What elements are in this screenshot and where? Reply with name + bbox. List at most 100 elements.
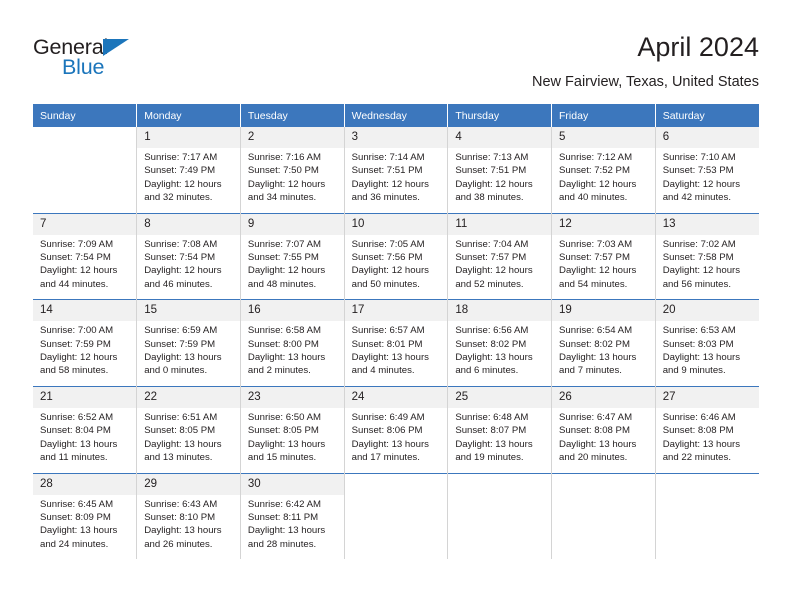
day-cell[interactable]: 16 Sunrise: 6:58 AM Sunset: 8:00 PM Dayligh… <box>240 299 345 387</box>
day-details: Sunrise: 6:56 AM Sunset: 8:02 PM Daylight:… <box>448 321 551 386</box>
sunset-text: Sunset: 7:50 PM <box>247 165 319 177</box>
daylight-text-line1: Daylight: 13 hours <box>662 352 741 364</box>
daylight-text-line1: Daylight: 12 hours <box>144 265 222 277</box>
day-number: 16 <box>240 300 344 322</box>
day-cell[interactable]: 11 Sunrise: 7:04 AM Sunset: 7:57 PM Dayligh… <box>447 212 553 300</box>
sunrise-text: Sunrise: 7:03 AM <box>559 238 633 250</box>
day-cell[interactable]: 19 Sunrise: 6:54 AM Sunset: 8:02 PM Dayligh… <box>551 299 656 387</box>
sunrise-text: Sunrise: 6:43 AM <box>144 498 218 510</box>
day-cell[interactable]: 15 Sunrise: 6:59 AM Sunset: 7:59 PM Dayligh… <box>136 299 241 387</box>
sunrise-text: Sunrise: 6:46 AM <box>662 411 736 423</box>
daylight-text-line2: and 24 minutes. <box>40 538 109 550</box>
daylight-text-line2: and 38 minutes. <box>455 192 524 204</box>
day-number: 21 <box>33 386 137 408</box>
day-number <box>655 473 759 495</box>
day-cell[interactable]: 28 Sunrise: 6:45 AM Sunset: 8:09 PM Dayligh… <box>33 472 138 560</box>
day-number: 4 <box>448 127 552 148</box>
day-number: 9 <box>240 213 344 235</box>
day-details: Sunrise: 7:12 AM Sunset: 7:52 PM Daylight:… <box>552 148 655 213</box>
sunrise-text: Sunrise: 6:52 AM <box>40 411 114 423</box>
day-cell[interactable]: 13 Sunrise: 7:02 AM Sunset: 7:58 PM Dayligh… <box>655 212 759 300</box>
day-details: Sunrise: 7:03 AM Sunset: 7:57 PM Daylight:… <box>552 235 655 300</box>
day-number: 24 <box>344 386 448 408</box>
sunrise-text: Sunrise: 7:12 AM <box>559 152 633 163</box>
day-details: Sunrise: 7:04 AM Sunset: 7:57 PM Daylight:… <box>448 235 551 300</box>
sunrise-text: Sunrise: 7:16 AM <box>247 152 321 163</box>
day-cell[interactable]: 18 Sunrise: 6:56 AM Sunset: 8:02 PM Dayligh… <box>447 299 553 387</box>
logo-triangle-icon <box>103 39 129 56</box>
general-blue-logo[interactable]: General Blue <box>33 35 193 83</box>
sunrise-text: Sunrise: 6:53 AM <box>662 325 736 337</box>
daylight-text-line2: and 32 minutes. <box>144 192 213 204</box>
sunrise-text: Sunrise: 6:45 AM <box>40 498 114 510</box>
sunset-text: Sunset: 7:54 PM <box>40 252 111 264</box>
day-cell[interactable]: 24 Sunrise: 6:49 AM Sunset: 8:06 PM Dayligh… <box>344 385 449 473</box>
day-cell[interactable]: 27 Sunrise: 6:46 AM Sunset: 8:08 PM Dayligh… <box>655 385 759 473</box>
daylight-text-line2: and 4 minutes. <box>351 365 415 377</box>
calendar-week-row: 28 Sunrise: 6:45 AM Sunset: 8:09 PM Dayligh… <box>33 472 759 560</box>
day-number: 17 <box>344 300 448 322</box>
daylight-text-line2: and 0 minutes. <box>144 365 208 377</box>
day-cell[interactable]: 2 Sunrise: 7:16 AM Sunset: 7:50 PM Daylight… <box>240 127 345 214</box>
day-cell[interactable]: 29 Sunrise: 6:43 AM Sunset: 8:10 PM Dayligh… <box>136 472 241 560</box>
day-cell[interactable]: 1 Sunrise: 7:17 AM Sunset: 7:49 PM Daylight… <box>136 127 241 214</box>
day-cell[interactable]: 17 Sunrise: 6:57 AM Sunset: 8:01 PM Dayligh… <box>344 299 449 387</box>
day-number: 10 <box>344 213 448 235</box>
day-details: Sunrise: 6:52 AM Sunset: 8:04 PM Daylight:… <box>33 408 136 473</box>
daylight-text-line2: and 52 minutes. <box>455 278 524 290</box>
daylight-text-line1: Daylight: 13 hours <box>351 352 429 364</box>
day-cell[interactable]: 6 Sunrise: 7:10 AM Sunset: 7:53 PM Daylight… <box>655 127 759 214</box>
daylight-text-line2: and 9 minutes. <box>662 365 726 377</box>
day-cell[interactable]: 20 Sunrise: 6:53 AM Sunset: 8:03 PM Dayligh… <box>655 299 759 387</box>
day-cell[interactable]: 23 Sunrise: 6:50 AM Sunset: 8:05 PM Dayligh… <box>240 385 345 473</box>
day-details: Sunrise: 6:45 AM Sunset: 8:09 PM Daylight:… <box>33 495 136 560</box>
day-cell-empty <box>655 472 759 560</box>
sunset-text: Sunset: 7:54 PM <box>144 252 216 264</box>
day-cell[interactable]: 30 Sunrise: 6:42 AM Sunset: 8:11 PM Dayligh… <box>240 472 345 560</box>
daylight-text-line1: Daylight: 13 hours <box>559 352 637 364</box>
day-number: 23 <box>240 386 344 408</box>
daylight-text-line1: Daylight: 13 hours <box>247 525 326 537</box>
daylight-text-line1: Daylight: 12 hours <box>559 265 637 277</box>
day-details: Sunrise: 7:16 AM Sunset: 7:50 PM Daylight:… <box>241 148 344 213</box>
day-number: 30 <box>240 473 344 495</box>
daylight-text-line2: and 50 minutes. <box>351 278 420 290</box>
day-cell[interactable]: 14 Sunrise: 7:00 AM Sunset: 7:59 PM Dayligh… <box>33 299 138 387</box>
sunrise-text: Sunrise: 6:59 AM <box>144 325 218 337</box>
daylight-text-line2: and 7 minutes. <box>559 365 622 377</box>
day-number: 1 <box>137 127 240 148</box>
daylight-text-line1: Daylight: 12 hours <box>662 265 741 277</box>
day-cell[interactable]: 21 Sunrise: 6:52 AM Sunset: 8:04 PM Dayligh… <box>33 385 138 473</box>
day-cell[interactable]: 26 Sunrise: 6:47 AM Sunset: 8:08 PM Dayligh… <box>551 385 656 473</box>
day-details: Sunrise: 7:07 AM Sunset: 7:55 PM Daylight:… <box>241 235 344 300</box>
calendar-week-row: 7 Sunrise: 7:09 AM Sunset: 7:54 PM Daylight… <box>33 212 759 300</box>
day-cell[interactable]: 5 Sunrise: 7:12 AM Sunset: 7:52 PM Daylight… <box>551 127 656 214</box>
calendar-grid: Sunday Monday Tuesday Wednesday Thursday… <box>33 104 759 560</box>
daylight-text-line2: and 54 minutes. <box>559 278 628 290</box>
day-cell[interactable]: 8 Sunrise: 7:08 AM Sunset: 7:54 PM Daylight… <box>136 212 241 300</box>
day-cell[interactable]: 10 Sunrise: 7:05 AM Sunset: 7:56 PM Dayligh… <box>344 212 449 300</box>
sunset-text: Sunset: 8:05 PM <box>247 425 319 437</box>
daylight-text-line1: Daylight: 12 hours <box>351 178 429 190</box>
day-cell[interactable]: 9 Sunrise: 7:07 AM Sunset: 7:55 PM Daylight… <box>240 212 345 300</box>
day-cell[interactable]: 12 Sunrise: 7:03 AM Sunset: 7:57 PM Dayligh… <box>551 212 656 300</box>
daylight-text-line1: Daylight: 13 hours <box>662 438 741 450</box>
day-cell[interactable]: 22 Sunrise: 6:51 AM Sunset: 8:05 PM Dayligh… <box>136 385 241 473</box>
day-number: 20 <box>655 300 759 322</box>
sunset-text: Sunset: 7:59 PM <box>144 338 216 350</box>
day-number: 29 <box>137 473 240 495</box>
daylight-text-line2: and 58 minutes. <box>40 365 109 377</box>
day-cell[interactable]: 25 Sunrise: 6:48 AM Sunset: 8:07 PM Dayligh… <box>447 385 553 473</box>
day-details: Sunrise: 6:54 AM Sunset: 8:02 PM Daylight:… <box>552 321 655 386</box>
weekday-header-saturday: Saturday <box>655 104 759 127</box>
day-cell[interactable]: 3 Sunrise: 7:14 AM Sunset: 7:51 PM Daylight… <box>344 127 449 214</box>
daylight-text-line1: Daylight: 13 hours <box>144 525 222 537</box>
day-number: 15 <box>137 300 240 322</box>
daylight-text-line2: and 56 minutes. <box>662 278 731 290</box>
day-details: Sunrise: 6:58 AM Sunset: 8:00 PM Daylight:… <box>241 321 344 386</box>
day-details: Sunrise: 7:17 AM Sunset: 7:49 PM Daylight:… <box>137 148 240 213</box>
daylight-text-line1: Daylight: 12 hours <box>559 178 637 190</box>
day-number: 8 <box>137 213 240 235</box>
day-cell[interactable]: 4 Sunrise: 7:13 AM Sunset: 7:51 PM Daylight… <box>447 127 553 214</box>
day-cell[interactable]: 7 Sunrise: 7:09 AM Sunset: 7:54 PM Daylight… <box>33 212 138 300</box>
